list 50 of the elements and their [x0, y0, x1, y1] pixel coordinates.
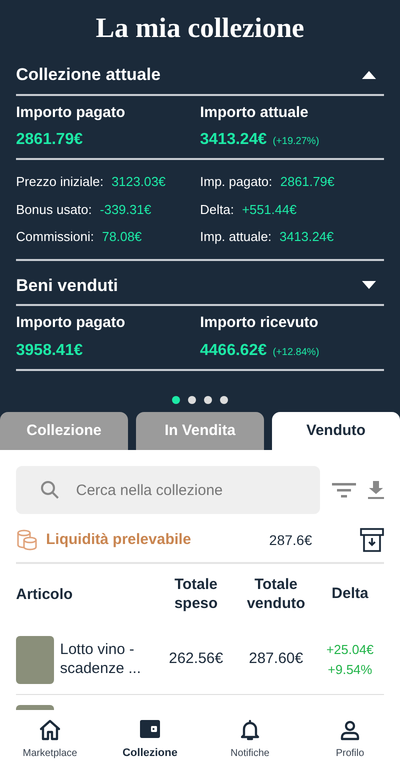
column-header: Delta: [330, 585, 370, 604]
summary-label: Importo pagato: [16, 313, 126, 333]
summary-value: 3413.24€: [200, 130, 267, 150]
summary-value: 2861.79€: [16, 130, 83, 150]
summary-value: 3958.41€: [16, 340, 83, 360]
detail-label: Commissioni:: [16, 228, 94, 246]
detail-value: 3123.03€: [111, 173, 166, 191]
column-header: Articolo: [16, 584, 74, 604]
nav-item[interactable]: Profilo: [300, 718, 400, 760]
delta-percent: +9.54%: [326, 660, 374, 678]
filter-icon[interactable]: [332, 481, 356, 499]
detail-label: Prezzo iniziale:: [16, 173, 104, 191]
table-cell-text: 287.60€: [248, 649, 304, 670]
liquidity-value: 287.6€: [269, 530, 312, 550]
summary-value: 4466.62€: [200, 340, 267, 360]
detail-label: Imp. attuale:: [200, 228, 272, 246]
summary-label: Importo pagato: [16, 102, 126, 122]
change-percent: (+19.27%): [272, 135, 320, 149]
coins-icon: [16, 529, 38, 551]
delta-value: +25.04€: [325, 641, 375, 659]
section-title: Collezione attuale: [16, 64, 161, 86]
detail-label: Delta:: [200, 200, 234, 218]
bell-icon: [238, 718, 262, 742]
detail-value: +551.44€: [242, 200, 297, 218]
detail-value: 3413.24€: [280, 228, 334, 246]
search-field[interactable]: Cerca nella collezione: [16, 466, 320, 514]
summary-label: Importo attuale: [200, 102, 310, 122]
column-header: Totale speso: [173, 576, 219, 614]
item-name[interactable]: Lotto vino - scadenze ...: [60, 640, 156, 678]
table-cell-text: 262.56€: [168, 649, 224, 670]
withdraw-icon[interactable]: [360, 528, 384, 552]
photo-placeholder: [16, 636, 54, 684]
nav-item[interactable]: Collezione: [100, 716, 200, 762]
detail-value: 2861.79€: [280, 173, 335, 191]
detail-value: -339.31€: [100, 200, 152, 218]
liquidity-label: Liquidità prelevabile: [46, 530, 192, 550]
page-title: La mia collezione: [94, 12, 306, 46]
nav-item[interactable]: Notifiche: [200, 718, 300, 760]
download-icon[interactable]: [368, 481, 384, 499]
section-title: Beni venduti: [16, 274, 118, 296]
detail-label: Imp. pagato:: [200, 173, 272, 191]
summary-label: Importo ricevuto: [200, 313, 320, 333]
change-percent: (+12.84%): [272, 346, 320, 360]
tab[interactable]: Venduto: [272, 412, 400, 450]
search-icon: [40, 480, 60, 500]
detail-value: 78.08€: [102, 228, 142, 246]
detail-label: Bonus usato:: [16, 200, 92, 218]
caret-up-icon[interactable]: [362, 70, 376, 79]
caret-down-icon[interactable]: [362, 281, 376, 290]
column-header: Totale venduto: [246, 576, 306, 614]
